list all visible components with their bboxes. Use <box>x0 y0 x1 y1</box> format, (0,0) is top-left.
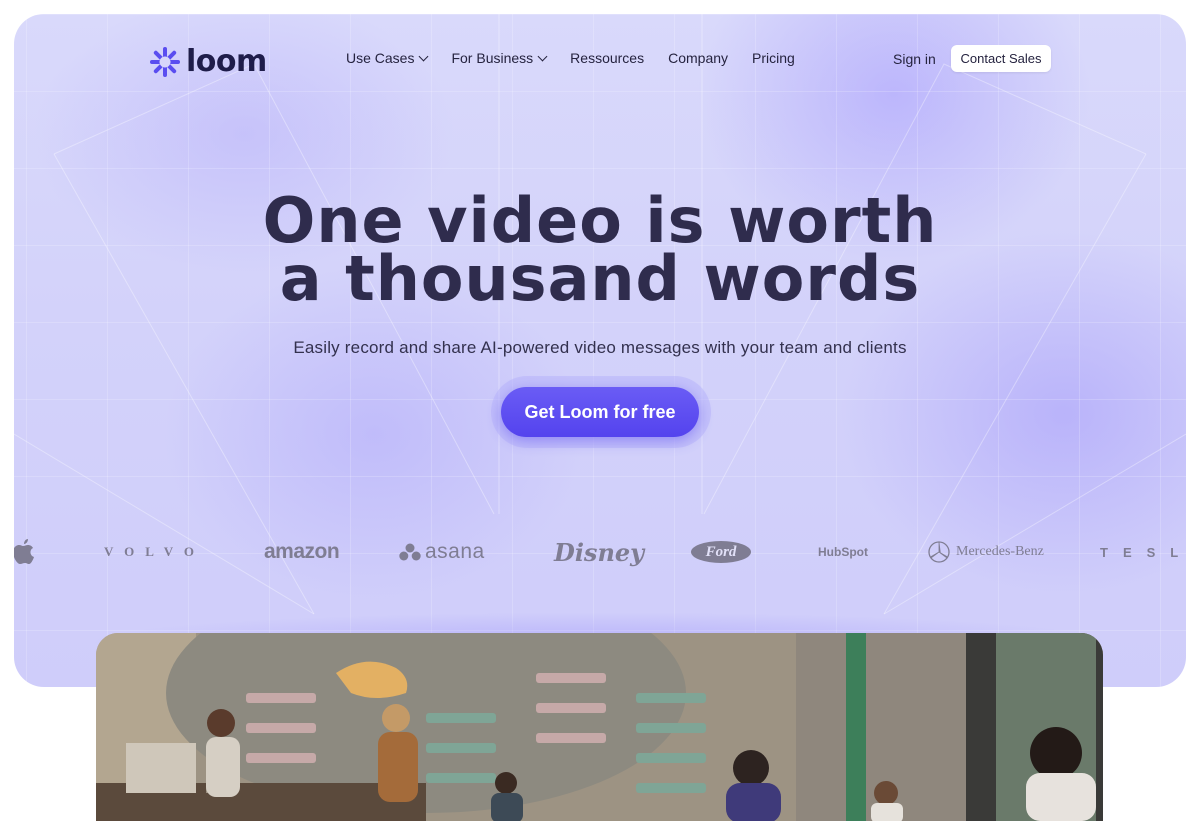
asana-wordmark: asana <box>425 540 485 563</box>
headline-line-2: a thousand words <box>279 242 921 315</box>
hubspot-logo: HubSpot <box>818 545 868 559</box>
nav-item-ressources[interactable]: Ressources <box>570 50 644 66</box>
tesla-logo: TESL <box>1100 544 1186 560</box>
hero-section: loom Use Cases For Business Ressources C… <box>14 14 1186 687</box>
loom-logo[interactable]: loom <box>150 44 267 79</box>
cafe-scene-photo <box>96 633 1103 821</box>
ford-logo: Ford <box>691 532 751 572</box>
logo-wordmark: loom <box>186 44 267 79</box>
nav-item-pricing[interactable]: Pricing <box>752 50 795 66</box>
ford-oval: Ford <box>691 541 751 563</box>
chevron-down-icon <box>537 51 548 61</box>
nav-item-company[interactable]: Company <box>668 50 728 66</box>
hero-headline: One video is worth a thousand words <box>14 190 1186 315</box>
main-nav: Use Cases For Business Ressources Compan… <box>346 50 795 66</box>
contact-sales-button[interactable]: Contact Sales <box>951 45 1051 72</box>
amazon-logo: amazon <box>264 540 340 563</box>
get-loom-free-button[interactable]: Get Loom for free <box>501 387 699 437</box>
mercedes-logo: Mercedes-Benz <box>928 532 1044 572</box>
photo-illustration <box>96 633 1103 821</box>
nav-item-for-business[interactable]: For Business <box>451 50 548 66</box>
asana-dots-icon <box>399 543 421 561</box>
nav-item-label: Ressources <box>570 50 645 66</box>
nav-item-label: Company <box>668 50 729 66</box>
nav-item-label: Use Cases <box>346 50 415 66</box>
asana-logo: asana <box>399 532 485 572</box>
nav-item-label: Pricing <box>752 50 795 66</box>
volvo-logo: VOLVO <box>104 544 205 559</box>
mercedes-star-icon <box>928 541 950 563</box>
nav-item-use-cases[interactable]: Use Cases <box>346 50 429 66</box>
nav-item-label: For Business <box>451 50 534 66</box>
sign-in-link[interactable]: Sign in <box>893 51 936 67</box>
hero-subheadline: Easily record and share AI-powered video… <box>293 338 907 357</box>
apple-logo-icon <box>14 532 36 572</box>
chevron-down-icon <box>419 51 429 61</box>
loom-starburst-icon <box>150 46 180 77</box>
customer-logos-strip: VOLVO amazon asana Disney Ford HubSpot M… <box>14 532 1186 572</box>
mercedes-wordmark: Mercedes-Benz <box>956 544 1044 559</box>
disney-logo: Disney <box>554 537 645 567</box>
